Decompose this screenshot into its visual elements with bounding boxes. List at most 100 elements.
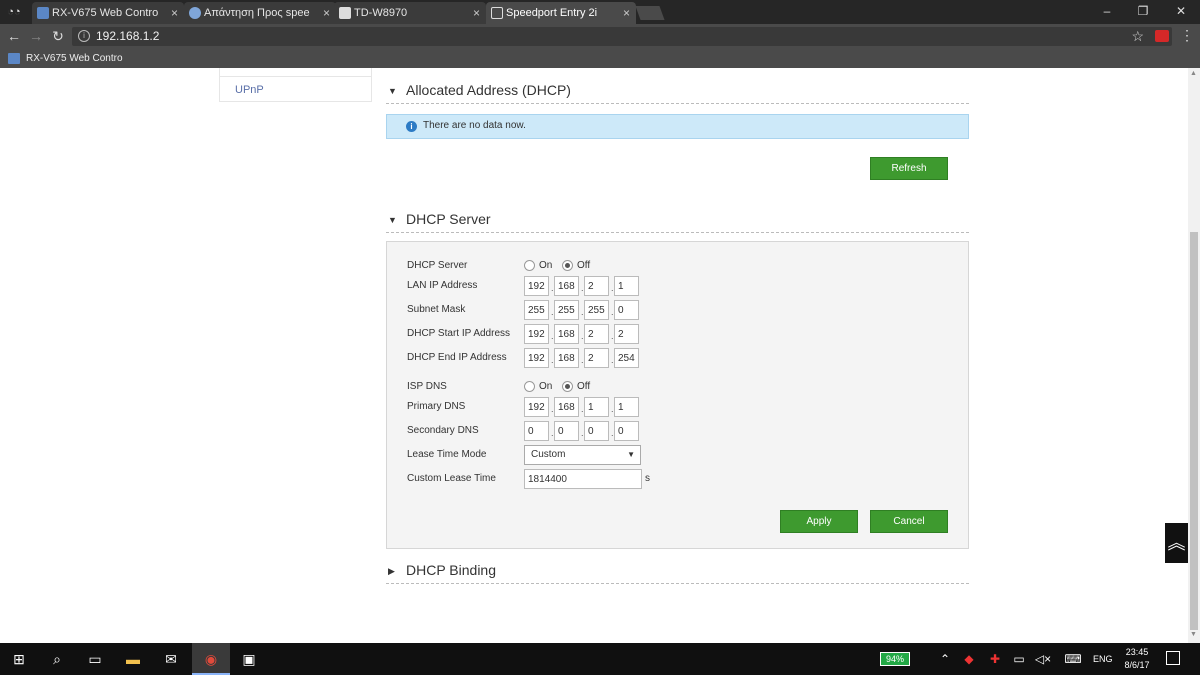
photos-icon[interactable]: ▣ [230,643,268,675]
tab-speedport[interactable]: Speedport Entry 2i × [486,2,636,24]
scroll-down-icon[interactable]: ▼ [1190,631,1197,638]
subnet-octet-1[interactable] [524,300,549,320]
collapse-triangle-icon[interactable]: ▼ [388,86,397,96]
notifications-icon[interactable] [1166,651,1180,665]
expand-triangle-icon[interactable]: ▶ [388,566,395,577]
start-ip-octet-2[interactable] [554,324,579,344]
scroll-up-icon[interactable]: ▲ [1190,70,1197,77]
end-ip-octet-2[interactable] [554,348,579,368]
dhcp-off-radio[interactable]: Off [562,260,590,271]
close-icon[interactable]: × [473,2,480,24]
language-indicator[interactable]: ENG [1093,643,1113,675]
select-value: Custom [531,449,566,460]
page-scrollbar[interactable]: ▲ ▼ [1188,68,1200,643]
chrome-icon[interactable]: ◉ [192,643,230,675]
cancel-button[interactable]: Cancel [870,510,948,533]
antivirus-icon[interactable]: ✚ [984,643,1006,675]
field-label: Primary DNS [407,401,466,412]
keyboard-icon[interactable]: ⌨ [1062,643,1084,675]
dhcp-on-radio[interactable]: On [524,260,552,271]
secondary-dns-octet-1[interactable] [524,421,549,441]
clock[interactable]: 23:45 8/6/17 [1120,646,1154,672]
acrobat-icon[interactable]: ◆ [958,643,980,675]
isp-dns-on-radio[interactable]: On [524,381,552,392]
close-icon[interactable]: × [171,2,178,24]
secondary-dns-octet-3[interactable] [584,421,609,441]
section-allocated-address[interactable]: ▼ Allocated Address (DHCP) [386,80,969,104]
section-dhcp-server[interactable]: ▼ DHCP Server [386,209,969,233]
subnet-octet-4[interactable] [614,300,639,320]
bookmark-item[interactable]: RX-V675 Web Contro [8,51,123,66]
close-icon[interactable]: × [323,2,330,24]
secondary-dns-row: Secondary DNS . . . [407,421,957,443]
info-message: i There are no data now. [386,114,969,139]
primary-dns-octet-3[interactable] [584,397,609,417]
battery-indicator[interactable]: 94% [880,652,910,666]
maximize-icon[interactable]: ❐ [1124,0,1162,24]
network-icon[interactable]: ▭ [1008,643,1030,675]
forum-icon [189,7,201,19]
back-to-top-button[interactable]: ︽ [1165,523,1188,563]
subnet-octet-3[interactable] [584,300,609,320]
lease-mode-select[interactable]: Custom ▼ [524,445,641,465]
minimize-icon[interactable]: – [1088,0,1126,24]
scrollbar-thumb[interactable] [1190,232,1198,630]
info-icon[interactable]: i [78,30,90,42]
lan-ip-octet-3[interactable] [584,276,609,296]
start-ip-octet-4[interactable] [614,324,639,344]
lan-ip-octet-1[interactable] [524,276,549,296]
tab-label: Speedport Entry 2i [506,7,598,19]
search-icon[interactable]: ⌕ [38,643,76,675]
lan-ip-octet-2[interactable] [554,276,579,296]
chevron-up-icon[interactable]: ⌃ [934,643,956,675]
section-title: DHCP Binding [406,562,497,578]
close-window-icon[interactable]: ✕ [1162,0,1200,24]
field-label: Subnet Mask [407,304,466,315]
menu-icon[interactable]: ⋮ [1180,27,1194,44]
refresh-button[interactable]: Refresh [870,157,948,180]
end-ip-octet-3[interactable] [584,348,609,368]
volume-muted-icon[interactable]: ◁× [1032,643,1054,675]
incognito-icon: ◔◔ [7,6,21,18]
start-ip-octet-1[interactable] [524,324,549,344]
extension-icon[interactable] [1155,30,1169,42]
end-ip-octet-1[interactable] [524,348,549,368]
bookmark-star-icon[interactable]: ☆ [1131,28,1144,45]
field-label: DHCP Server [407,260,468,271]
secondary-dns-octet-4[interactable] [614,421,639,441]
back-icon[interactable]: ← [5,27,23,45]
end-ip-octet-4[interactable] [614,348,639,368]
primary-dns-octet-2[interactable] [554,397,579,417]
section-dhcp-binding[interactable]: ▶ DHCP Binding [386,560,969,584]
reload-icon[interactable]: ↻ [49,27,67,45]
radio-label: On [539,381,553,392]
lan-ip-octet-4[interactable] [614,276,639,296]
tab-rx-v675[interactable]: RX-V675 Web Control Ce × [32,2,184,24]
start-ip-octet-3[interactable] [584,324,609,344]
collapse-triangle-icon[interactable]: ▼ [388,215,397,225]
apply-button[interactable]: Apply [780,510,858,533]
radio-dot-selected[interactable] [562,381,573,392]
tab-forum[interactable]: Απάντηση Προς speedp × [184,2,336,24]
radio-dot[interactable] [524,260,535,271]
mail-icon[interactable]: ✉ [152,643,190,675]
subnet-octet-2[interactable] [554,300,579,320]
primary-dns-octet-4[interactable] [614,397,639,417]
address-bar[interactable]: i 192.168.1.2 ☆ [72,27,1172,46]
start-icon[interactable]: ⊞ [0,643,38,675]
file-explorer-icon[interactable]: ▬ [114,643,152,675]
tab-td-w8970[interactable]: TD-W8970 × [334,2,486,24]
radio-dot[interactable] [524,381,535,392]
task-view-icon[interactable]: ▭ [76,643,114,675]
secondary-dns-octet-2[interactable] [554,421,579,441]
isp-dns-off-radio[interactable]: Off [562,381,590,392]
close-icon[interactable]: × [623,2,630,24]
url-text[interactable]: 192.168.1.2 [96,29,159,43]
new-tab-button[interactable] [635,6,665,20]
radio-dot-selected[interactable] [562,260,573,271]
lease-time-input[interactable] [524,469,642,489]
start-ip-row: DHCP Start IP Address . . . [407,324,957,346]
primary-dns-octet-1[interactable] [524,397,549,417]
sidebar-item-upnp[interactable]: UPnP [235,84,264,96]
forward-icon[interactable]: → [27,27,45,45]
